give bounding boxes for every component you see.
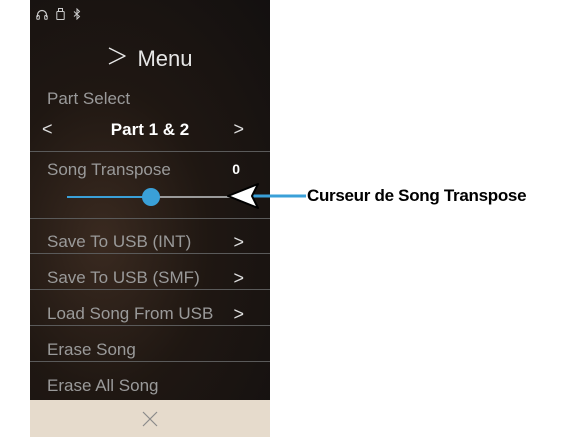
callout-label: Curseur de Song Transpose xyxy=(307,186,527,205)
callout-arrow xyxy=(227,183,306,209)
